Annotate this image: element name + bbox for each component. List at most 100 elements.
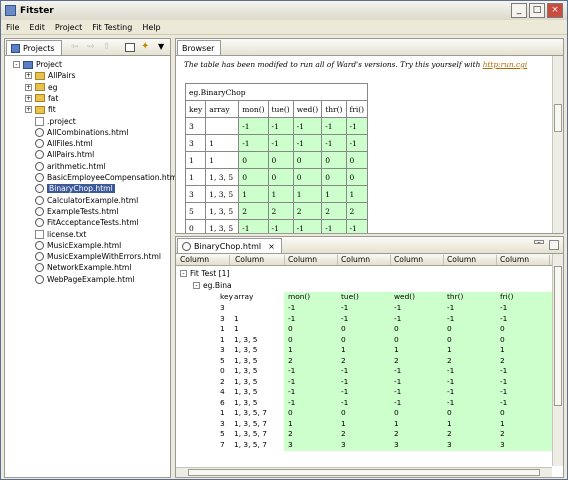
results-column-label: wed(): [394, 292, 416, 301]
tree-item[interactable]: - Project: [13, 59, 62, 70]
menu-help[interactable]: Help: [137, 23, 165, 32]
tree-item[interactable]: CalculatorExample.html: [25, 195, 138, 206]
tab-browser[interactable]: Browser: [177, 40, 222, 55]
tree-item[interactable]: arithmetic.html: [25, 161, 106, 172]
tree-item[interactable]: AllPairs.html: [25, 149, 94, 160]
column-header[interactable]: Column: [445, 255, 497, 265]
tab-projects[interactable]: Projects: [6, 40, 62, 55]
tree-item[interactable]: FitAcceptanceTests.html: [25, 217, 139, 228]
results-cell: -1: [288, 397, 296, 407]
table-row: 3 1 -1 -1 -1 -1 -1: [184, 134, 369, 152]
close-button[interactable]: ×: [547, 3, 563, 18]
tree-item[interactable]: MusicExampleWithErrors.html: [25, 251, 161, 262]
tree-item-label: eg: [48, 82, 58, 92]
maximize-view-icon[interactable]: [549, 240, 559, 250]
tree-item-label: AllPairs.html: [47, 150, 95, 160]
link-editor-icon[interactable]: ✦: [141, 41, 149, 52]
browser-vscroll-thumb[interactable]: [554, 104, 562, 132]
tree-item[interactable]: AllCombinations.html: [25, 127, 128, 138]
tree-item[interactable]: license.txt: [25, 229, 86, 240]
expand-icon[interactable]: +: [25, 72, 32, 80]
results-cell: 0: [447, 324, 452, 333]
results-cell: 1, 3, 5: [234, 397, 258, 407]
table-cell: -1: [267, 219, 294, 233]
tree-item[interactable]: + fit: [25, 104, 56, 115]
tree-item[interactable]: + AllPairs: [25, 70, 76, 81]
tree-item[interactable]: ExampleTests.html: [25, 206, 119, 217]
window-title: Fitster: [20, 5, 54, 16]
results-cell: 2: [288, 429, 293, 438]
fit-file-icon: [35, 274, 44, 284]
up-icon[interactable]: ⇧: [103, 42, 111, 52]
table-cell: -1: [238, 117, 269, 135]
table-cell: 0: [267, 151, 294, 169]
fit-test-collapse-icon[interactable]: -: [180, 270, 187, 277]
browser-vscrollbar[interactable]: [552, 56, 563, 233]
browser-note-text: The table has been modifed to run all of…: [184, 60, 483, 69]
table-cell: -1: [292, 219, 323, 233]
results-cell: 1: [394, 418, 399, 428]
column-header[interactable]: Column: [498, 255, 550, 265]
column-header: wed(): [292, 100, 323, 118]
column-header[interactable]: Column: [178, 255, 230, 265]
tree-item-label: AllCombinations.html: [47, 127, 129, 137]
tree-item-label: FitAcceptanceTests.html: [47, 218, 139, 228]
run-cgi-link[interactable]: http:run.cgi: [483, 60, 528, 69]
tree-item[interactable]: + eg: [25, 82, 58, 93]
results-row: 4 1, 3, 5 -1 -1 -1 -1 -1: [176, 387, 553, 398]
view-menu-icon[interactable]: ▼: [158, 42, 164, 51]
maximize-button[interactable]: □: [529, 3, 545, 18]
menu-edit[interactable]: Edit: [24, 23, 50, 32]
tree-item[interactable]: + fat: [25, 93, 58, 104]
back-icon[interactable]: ⇦: [71, 42, 79, 52]
tree-item[interactable]: NetworkExample.html: [25, 262, 131, 273]
expand-icon[interactable]: +: [25, 106, 32, 114]
column-header[interactable]: Column: [392, 255, 444, 265]
results-row: 3 1, 3, 5, 7 1 1 1 1 1: [176, 418, 553, 430]
results-vscroll-thumb[interactable]: [554, 266, 562, 406]
minimize-view-icon[interactable]: –: [534, 239, 544, 246]
results-cell: -1: [288, 376, 296, 386]
results-vscrollbar[interactable]: [552, 254, 563, 466]
fixture-node[interactable]: - eg.Bina: [193, 280, 232, 291]
results-hscroll-thumb[interactable]: [188, 469, 540, 476]
table-cell: 1: [238, 185, 269, 203]
table-cell: 1: [267, 185, 294, 203]
column-header[interactable]: Column: [286, 255, 338, 265]
tree-item[interactable]: MusicExample.html: [25, 240, 121, 251]
column-header[interactable]: Column: [233, 255, 285, 265]
tree-item[interactable]: .project: [25, 116, 76, 127]
expand-icon[interactable]: +: [25, 94, 32, 102]
fixture-collapse-icon[interactable]: -: [193, 282, 200, 289]
expand-icon[interactable]: +: [25, 83, 32, 91]
menu-fit-testing[interactable]: Fit Testing: [87, 23, 137, 32]
tree-item[interactable]: WebPageExample.html: [25, 274, 135, 285]
project-tree: - Project + AllPairs + eg + fat + fit .project AllC…: [5, 56, 179, 477]
tree-item[interactable]: AllFiles.html: [25, 138, 93, 149]
results-cell: 1: [341, 345, 346, 354]
minimize-button[interactable]: _: [511, 3, 527, 18]
tree-item[interactable]: BasicEmployeeCompensation.html: [25, 172, 179, 183]
menu-project[interactable]: Project: [50, 23, 87, 32]
results-cell: 2: [447, 429, 452, 438]
menu-file[interactable]: File: [1, 23, 24, 32]
collapse-icon[interactable]: -: [13, 61, 20, 68]
collapse-all-icon[interactable]: [125, 43, 135, 52]
results-cell: 2: [500, 429, 505, 438]
table-cell: 5: [184, 202, 207, 220]
tree-item[interactable]: BinaryChop.html: [25, 183, 115, 194]
forward-icon[interactable]: ⇨: [87, 42, 95, 52]
fit-test-node[interactable]: - Fit Test [1]: [180, 268, 229, 279]
results-cell: 0: [341, 324, 346, 333]
table-cell: 3: [184, 117, 207, 135]
results-cell: 0: [500, 324, 505, 333]
results-cell: 2: [394, 429, 399, 438]
browser-view-header: Browser: [176, 39, 563, 56]
tree-item-label: .project: [47, 116, 76, 126]
column-header[interactable]: Column: [339, 255, 391, 265]
results-cell: 1, 3, 5, 7: [234, 429, 267, 438]
results-hscrollbar[interactable]: [176, 467, 552, 477]
tab-binarychop[interactable]: BinaryChop.html ×: [177, 238, 282, 253]
results-cell: 1: [288, 418, 293, 428]
close-tab-icon[interactable]: ×: [268, 242, 275, 251]
